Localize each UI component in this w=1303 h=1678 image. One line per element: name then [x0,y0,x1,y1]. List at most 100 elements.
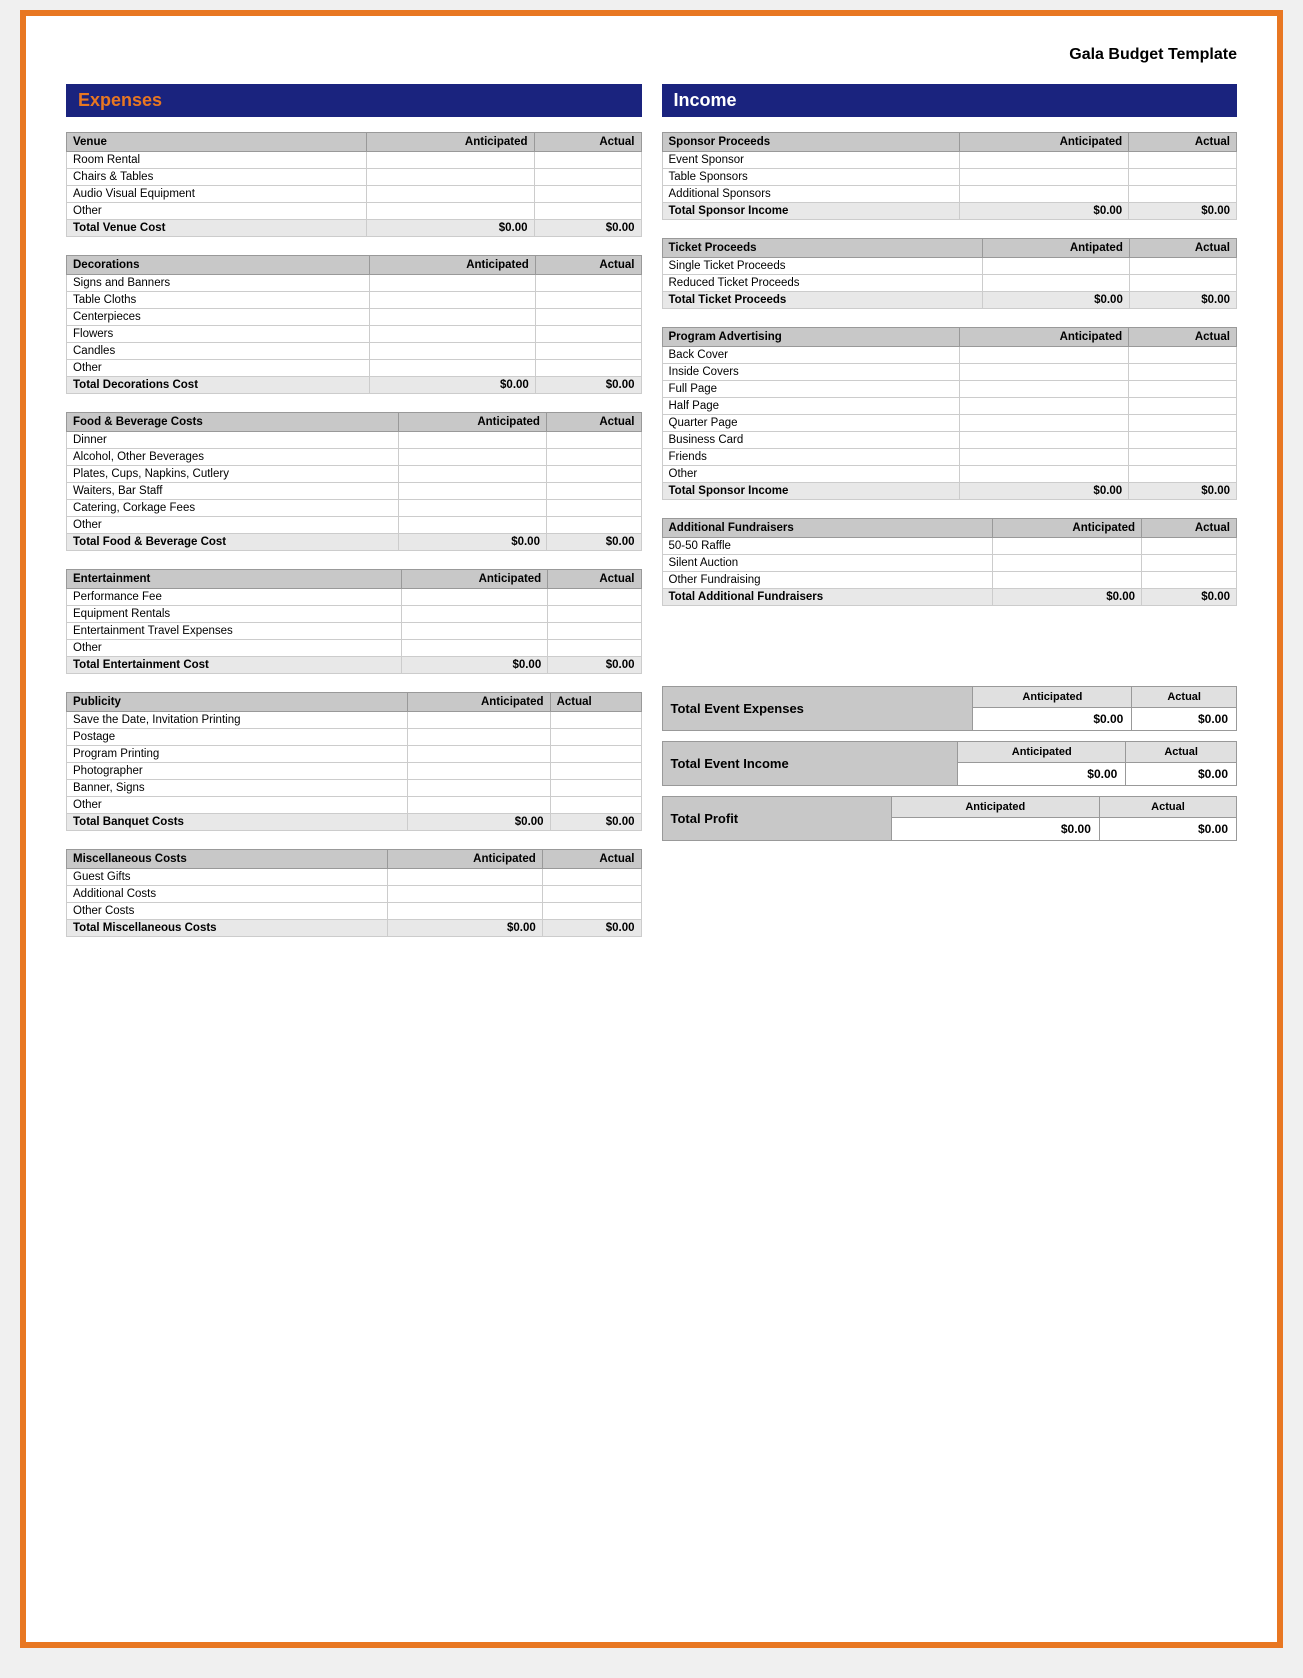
table-row: Flowers [67,326,642,343]
pub-total-anticipated: $0.00 [407,814,550,831]
publicity-table: Publicity Anticipated Actual Save the Da… [66,692,642,831]
ticket-total-label: Total Ticket Proceeds [662,292,982,309]
table-row: Other [662,466,1237,483]
dec-total-anticipated: $0.00 [369,377,535,394]
adv-total-actual: $0.00 [1129,483,1237,500]
total-profit-col-anticipated: Anticipated [891,797,1099,818]
table-row: Inside Covers [662,364,1237,381]
adv-total-anticipated: $0.00 [959,483,1128,500]
table-row: Business Card [662,432,1237,449]
table-row: Friends [662,449,1237,466]
fund-total-anticipated: $0.00 [992,589,1141,606]
total-expenses-label: Total Event Expenses [662,687,973,731]
adv-col-anticipated: Anticipated [959,328,1128,347]
adv-total-label: Total Sponsor Income [662,483,959,500]
table-row: Room Rental [67,152,642,169]
expenses-header-text: Expenses [78,90,162,110]
ent-total-label: Total Entertainment Cost [67,657,402,674]
total-income-col-anticipated: Anticipated [958,742,1126,763]
venue-total-actual: $0.00 [534,220,641,237]
total-income-val-anticipated: $0.00 [958,763,1126,786]
food-col-anticipated: Anticipated [398,413,546,432]
food-total-label: Total Food & Beverage Cost [67,534,399,551]
total-profit-label: Total Profit [662,797,891,841]
pub-col-actual: Actual [550,693,641,712]
table-row: Postage [67,729,642,746]
ent-total-row: Total Entertainment Cost $0.00 $0.00 [67,657,642,674]
table-row: Reduced Ticket Proceeds [662,275,1237,292]
pub-total-row: Total Banquet Costs $0.00 $0.00 [67,814,642,831]
fund-col-actual: Actual [1142,519,1237,538]
misc-total-actual: $0.00 [542,920,641,937]
total-income-val-actual: $0.00 [1126,763,1237,786]
table-row: Signs and Banners [67,275,642,292]
fund-total-row: Total Additional Fundraisers $0.00 $0.00 [662,589,1237,606]
total-expenses-summary: Total Event Expenses Anticipated Actual … [662,686,1238,731]
table-row: Other [67,517,642,534]
food-total-row: Total Food & Beverage Cost $0.00 $0.00 [67,534,642,551]
sponsor-total-anticipated: $0.00 [959,203,1128,220]
total-income-summary: Total Event Income Anticipated Actual $0… [662,741,1238,786]
table-row: Back Cover [662,347,1237,364]
table-row: Dinner [67,432,642,449]
table-row: Table Cloths [67,292,642,309]
table-row: Other Fundraising [662,572,1237,589]
sponsor-col-label: Sponsor Proceeds [662,133,959,152]
table-row: Full Page [662,381,1237,398]
food-total-actual: $0.00 [546,534,641,551]
table-row: Entertainment Travel Expenses [67,623,642,640]
venue-total-anticipated: $0.00 [366,220,534,237]
venue-col-anticipated: Anticipated [366,133,534,152]
total-expenses-val-actual: $0.00 [1132,708,1237,731]
pub-total-label: Total Banquet Costs [67,814,408,831]
table-row: Quarter Page [662,415,1237,432]
ent-col-anticipated: Anticipated [401,570,547,589]
fund-total-actual: $0.00 [1142,589,1237,606]
venue-col-label: Venue [67,133,367,152]
table-row: Single Ticket Proceeds [662,258,1237,275]
table-row: Waiters, Bar Staff [67,483,642,500]
table-row: Other [67,360,642,377]
ent-col-label: Entertainment [67,570,402,589]
table-row: Silent Auction [662,555,1237,572]
food-table: Food & Beverage Costs Anticipated Actual… [66,412,642,551]
misc-total-anticipated: $0.00 [387,920,542,937]
table-row: Table Sponsors [662,169,1237,186]
table-row: Candles [67,343,642,360]
table-row: Save the Date, Invitation Printing [67,712,642,729]
dec-total-label: Total Decorations Cost [67,377,370,394]
table-row: Centerpieces [67,309,642,326]
ticket-col-actual: Actual [1129,239,1236,258]
table-row: Audio Visual Equipment [67,186,642,203]
pub-col-anticipated: Anticipated [407,693,550,712]
table-row: Guest Gifts [67,869,642,886]
entertainment-table: Entertainment Anticipated Actual Perform… [66,569,642,674]
fund-total-label: Total Additional Fundraisers [662,589,992,606]
food-col-actual: Actual [546,413,641,432]
summary-area: Total Event Expenses Anticipated Actual … [662,686,1238,841]
misc-col-anticipated: Anticipated [387,850,542,869]
income-header-text: Income [674,90,737,110]
advertising-table: Program Advertising Anticipated Actual B… [662,327,1238,500]
sponsor-total-row: Total Sponsor Income $0.00 $0.00 [662,203,1237,220]
total-expenses-col-actual: Actual [1132,687,1237,708]
page: Gala Budget Template Expenses Venue Anti… [20,10,1283,1648]
fund-col-anticipated: Anticipated [992,519,1141,538]
ticket-total-actual: $0.00 [1129,292,1236,309]
table-row: Additional Costs [67,886,642,903]
sponsor-col-anticipated: Anticipated [959,133,1128,152]
dec-total-row: Total Decorations Cost $0.00 $0.00 [67,377,642,394]
total-profit-val-anticipated: $0.00 [891,818,1099,841]
ent-total-actual: $0.00 [548,657,641,674]
ticket-col-anticipated: Antipated [982,239,1129,258]
dec-col-label: Decorations [67,256,370,275]
table-row: Performance Fee [67,589,642,606]
table-row: Additional Sponsors [662,186,1237,203]
adv-col-actual: Actual [1129,328,1237,347]
ticket-total-anticipated: $0.00 [982,292,1129,309]
table-row: Equipment Rentals [67,606,642,623]
total-income-col-actual: Actual [1126,742,1237,763]
venue-total-row: Total Venue Cost $0.00 $0.00 [67,220,642,237]
venue-table: Venue Anticipated Actual Room RentalChai… [66,132,642,237]
pub-total-actual: $0.00 [550,814,641,831]
